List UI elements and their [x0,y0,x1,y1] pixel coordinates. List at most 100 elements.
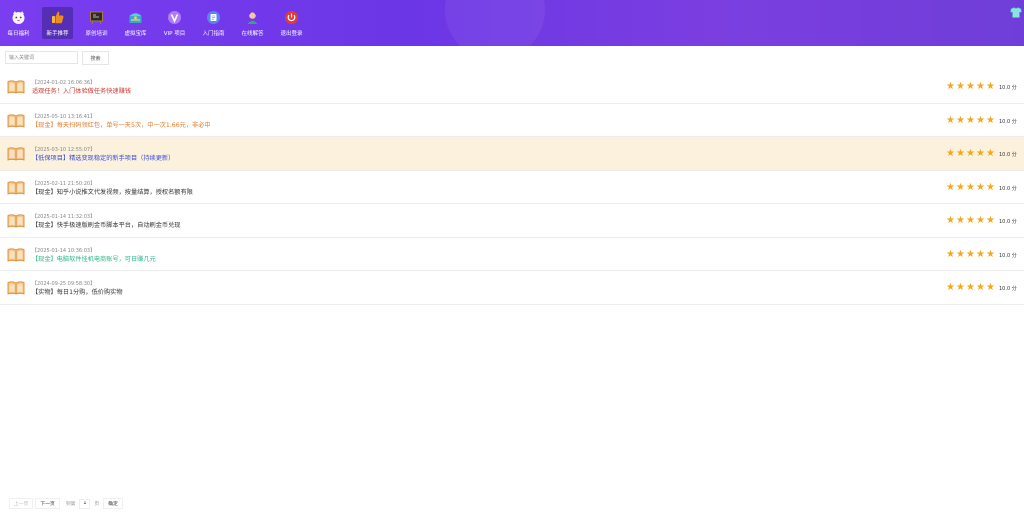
book-icon [7,280,25,295]
star-icon: ★ [966,148,975,159]
star-rating: ★ ★ ★ ★ ★ [946,248,996,260]
star-icon: ★ [966,181,975,193]
list-item[interactable]: 【2025-02-11 21:50:20】 【现金】知乎小说推文代发视频，按量结算… [0,171,1024,204]
nav-label: 在线解答 [241,31,264,37]
star-icon: ★ [976,248,985,260]
book-icon [7,146,25,161]
star-icon: ★ [966,282,975,293]
post-time: 【2024-01-02 16:06:36】 [32,80,96,86]
shirt-icon[interactable] [1010,3,1022,18]
star-icon: ★ [956,181,965,193]
confirm-page-button[interactable]: 确定 [103,498,123,509]
list-item[interactable]: 【2025-03-10 12:55:07】 【低保项目】精选变现稳定的新手项目（持… [0,137,1024,171]
nav-label: 原创培训 [85,31,108,37]
star-icon: ★ [956,282,965,293]
star-icon: ★ [976,114,985,126]
next-page-button[interactable]: 下一页 [35,498,60,509]
list-item[interactable]: 【2025-01-14 10:36:03】 【现金】电脑软件挂机电商账号，可日赚几… [0,238,1024,271]
post-title-link[interactable]: 【现金】电脑软件挂机电商账号，可日赚几元 [32,254,156,263]
nav-item-getting-started[interactable]: 入门指南 [198,7,229,39]
post-title-link[interactable]: 【现金】每天扫码领红包，单号一天5次，中一次1.66元，非必中 [32,120,211,129]
star-icon: ★ [966,215,975,226]
book-icon [7,79,25,94]
nav-item-logout[interactable]: 退出登录 [276,7,307,39]
score-value: 10.0 分 [999,286,1017,292]
article-list: 【2024-01-02 16:06:36】 适观任务！入门体验做任务快速赚钱 ★ ★ ★… [0,70,1024,305]
list-item[interactable]: 【2024-01-02 16:06:36】 适观任务！入门体验做任务快速赚钱 ★ ★ ★… [0,70,1024,104]
star-rating: ★ ★ ★ ★ ★ [946,81,996,92]
star-icon: ★ [986,248,995,260]
goto-label: 到第 [65,502,76,507]
star-icon: ★ [956,81,965,92]
prev-page-button[interactable]: 上一页 [9,498,34,509]
guide-icon [206,10,221,25]
nav-label: 新手推荐 [46,31,69,37]
nav-item-virtual-treasury[interactable]: 虚拟宝库 [120,7,151,39]
post-title-link[interactable]: 【实物】每日1分购，低价购实物 [32,287,123,296]
post-title-link[interactable]: 【低保项目】精选变现稳定的新手项目（持续更新） [32,153,174,162]
nav-item-online-answers[interactable]: 在线解答 [237,7,268,39]
star-icon: ★ [946,181,955,193]
star-icon: ★ [946,148,955,159]
star-icon: ★ [966,81,975,92]
star-icon: ★ [946,282,955,293]
star-rating: ★ ★ ★ ★ ★ [946,148,996,159]
score-value: 10.0 分 [999,85,1017,91]
star-icon: ★ [966,114,975,126]
star-icon: ★ [956,215,965,226]
page-number-input[interactable] [79,498,91,509]
star-icon: ★ [946,248,955,260]
post-title-link[interactable]: 【现金】快手极速版刷金币脚本平台，自动刷金币兑现 [32,220,181,229]
list-item[interactable]: 【2025-05-10 13:16:41】 【现金】每天扫码领红包，单号一天5次，… [0,104,1024,137]
star-rating: ★ ★ ★ ★ ★ [946,282,996,293]
post-time: 【2025-05-10 13:16:41】 [32,113,96,120]
book-icon [7,180,25,195]
score-value: 10.0 分 [999,185,1017,192]
star-icon: ★ [946,81,955,92]
search-input[interactable] [5,51,78,64]
star-icon: ★ [956,148,965,159]
post-title-link[interactable]: 【现金】知乎小说推文代发视频，按量结算，授权名额有限 [32,187,193,196]
cat-face-icon [11,10,26,25]
search-button[interactable]: 搜索 [82,51,109,65]
post-time: 【2024-09-25 09:58:30】 [32,281,96,287]
power-icon [284,10,299,25]
nav-label: 每日福利 [7,31,30,37]
star-icon: ★ [976,215,985,226]
search-bar: 搜索 [5,51,109,65]
star-icon: ★ [986,148,995,159]
post-time: 【2025-01-14 11:32:03】 [32,214,96,220]
score-value: 10.0 分 [999,118,1017,125]
pagination: 上一页 下一页 到第 页 确定 [9,498,125,509]
nav-label: 入门指南 [202,31,225,37]
book-icon [7,247,25,262]
star-icon: ★ [956,114,965,126]
list-item[interactable]: 【2024-09-25 09:58:30】 【实物】每日1分购，低价购实物 ★ ★ ★ ★… [0,271,1024,305]
treasure-chest-icon [128,10,143,25]
star-icon: ★ [986,114,995,126]
thumbs-up-icon [50,10,65,25]
top-navigation-bar: 每日福利 新手推荐 原创培训 虚拟宝库 VIP 项目 入门指南 在线解答 退出登… [0,0,1024,46]
post-title-link[interactable]: 适观任务！入门体验做任务快速赚钱 [32,86,131,95]
nav-item-original-training[interactable]: 原创培训 [81,7,112,39]
star-icon: ★ [976,148,985,159]
nav-item-daily-welfare[interactable]: 每日福利 [3,7,34,39]
nav-item-newbie-recommend[interactable]: 新手推荐 [42,7,73,39]
star-icon: ★ [976,81,985,92]
nav-item-vip-projects[interactable]: VIP 项目 [159,7,190,39]
star-icon: ★ [986,282,995,293]
vip-icon [167,10,182,25]
post-time: 【2025-01-14 10:36:03】 [32,247,96,254]
star-rating: ★ ★ ★ ★ ★ [946,181,996,193]
main-nav: 每日福利 新手推荐 原创培训 虚拟宝库 VIP 项目 入门指南 在线解答 退出登… [3,7,315,39]
list-item[interactable]: 【2025-01-14 11:32:03】 【现金】快手极速版刷金币脚本平台，自动… [0,204,1024,238]
star-rating: ★ ★ ★ ★ ★ [946,215,996,226]
header-decoration [445,0,545,46]
star-icon: ★ [956,248,965,260]
star-rating: ★ ★ ★ ★ ★ [946,114,996,126]
score-value: 10.0 分 [999,152,1017,158]
star-icon: ★ [976,181,985,193]
book-icon [7,113,25,128]
star-icon: ★ [986,181,995,193]
star-icon: ★ [946,215,955,226]
